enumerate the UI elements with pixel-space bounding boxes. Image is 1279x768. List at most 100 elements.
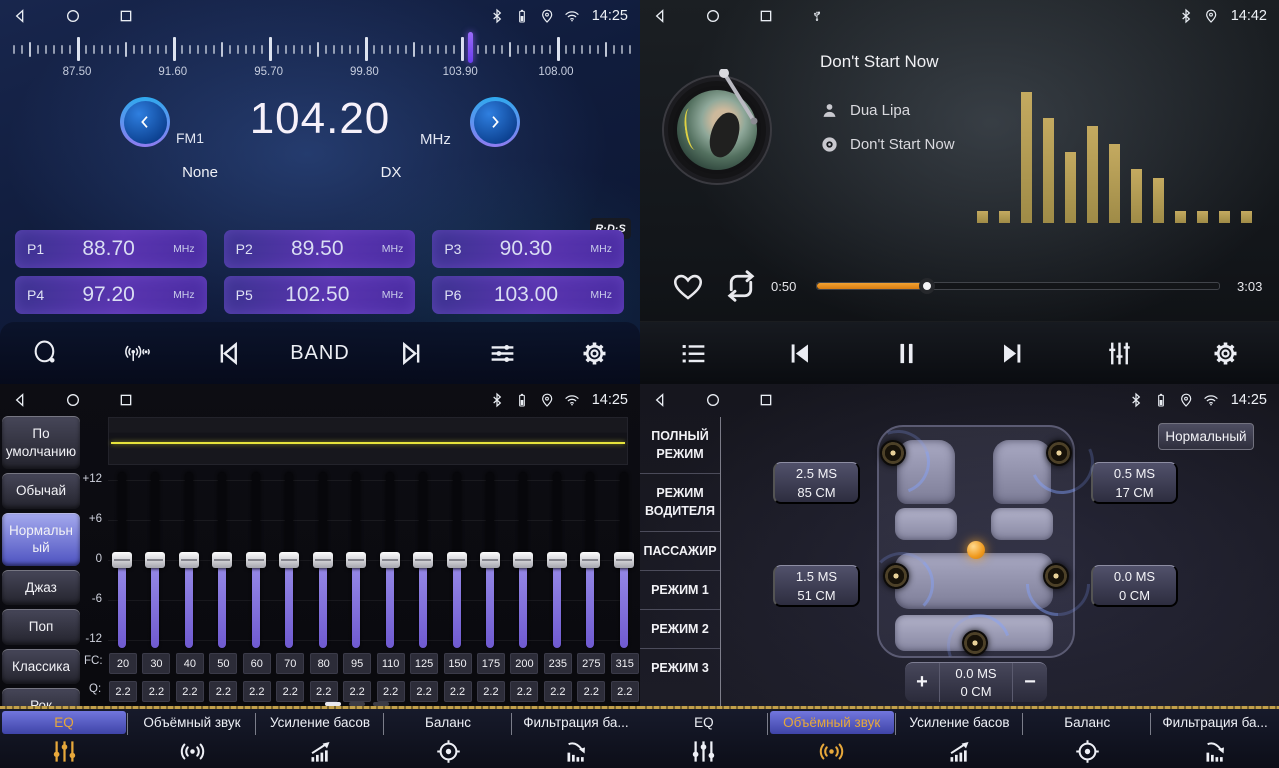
sound-mode-item[interactable]: ПАССАЖИР (640, 532, 720, 571)
eq-preset-item[interactable]: Джаз (2, 570, 80, 606)
eq-slider-thumb[interactable] (112, 552, 132, 568)
eq-settings-icon[interactable] (472, 330, 534, 376)
sound-mode-item[interactable]: РЕЖИМ ВОДИТЕЛЯ (640, 474, 720, 531)
repeat-icon[interactable] (723, 268, 759, 304)
eq-preset-item[interactable]: Нормальный (2, 513, 80, 566)
q-value-box[interactable]: 2.2 (310, 681, 338, 702)
q-value-box[interactable]: 2.2 (176, 681, 204, 702)
speaker-rear-right-icon[interactable] (1043, 563, 1069, 589)
tab-bass-boost[interactable]: Усиление басов (896, 709, 1024, 768)
q-value-box[interactable]: 2.2 (510, 681, 538, 702)
sound-mode-item[interactable]: РЕЖИМ 1 (640, 571, 720, 610)
eq-slider-thumb[interactable] (614, 552, 634, 568)
fc-value-box[interactable]: 40 (176, 653, 204, 674)
tab-surround[interactable]: Объёмный звук (128, 709, 256, 768)
recents-icon[interactable] (118, 8, 134, 24)
band-button[interactable]: BAND (289, 330, 351, 376)
q-value-box[interactable]: 2.2 (276, 681, 304, 702)
home-icon[interactable] (705, 8, 721, 24)
tuner-indicator[interactable] (468, 32, 473, 63)
q-value-box[interactable]: 2.2 (410, 681, 438, 702)
delay-rear-right[interactable]: 0.0 MS 0 CM (1091, 565, 1178, 607)
tuner-scale[interactable] (0, 35, 640, 63)
previous-icon[interactable] (198, 330, 260, 376)
q-value-box[interactable]: 2.2 (477, 681, 505, 702)
eq-slider-thumb[interactable] (580, 552, 600, 568)
preset-button-p1[interactable]: P188.70MHz (15, 230, 207, 268)
sound-preset-button[interactable]: Нормальный (1158, 423, 1254, 450)
delay-front-right[interactable]: 0.5 MS 17 CM (1091, 462, 1178, 504)
tab-surround[interactable]: Объёмный звук (768, 709, 896, 768)
next-icon[interactable] (982, 330, 1044, 376)
playlist-icon[interactable] (662, 330, 724, 376)
fc-value-box[interactable]: 150 (444, 653, 472, 674)
fc-value-box[interactable]: 275 (577, 653, 605, 674)
sound-mode-item[interactable]: РЕЖИМ 3 (640, 649, 720, 687)
tab-bass-boost[interactable]: Усиление басов (256, 709, 384, 768)
eq-slider-thumb[interactable] (313, 552, 333, 568)
fc-value-box[interactable]: 235 (544, 653, 572, 674)
seek-bar-thumb[interactable] (919, 278, 935, 294)
preset-button-p6[interactable]: P6103.00MHz (432, 276, 624, 314)
q-value-box[interactable]: 2.2 (109, 681, 137, 702)
eq-slider-thumb[interactable] (547, 552, 567, 568)
preset-button-p4[interactable]: P497.20MHz (15, 276, 207, 314)
eq-preset-item[interactable]: Поп (2, 609, 80, 645)
q-value-box[interactable]: 2.2 (343, 681, 371, 702)
sound-mode-item[interactable]: ПОЛНЫЙ РЕЖИМ (640, 417, 720, 474)
back-icon[interactable] (652, 392, 668, 408)
pause-icon[interactable] (875, 330, 937, 376)
eq-slider-thumb[interactable] (447, 552, 467, 568)
preset-button-p3[interactable]: P390.30MHz (432, 230, 624, 268)
recents-icon[interactable] (758, 392, 774, 408)
home-icon[interactable] (65, 8, 81, 24)
q-value-box[interactable]: 2.2 (444, 681, 472, 702)
back-icon[interactable] (652, 8, 668, 24)
delay-plus-button[interactable]: + (905, 663, 939, 702)
fc-value-box[interactable]: 200 (510, 653, 538, 674)
album-art[interactable] (662, 75, 772, 185)
delay-minus-button[interactable]: − (1013, 663, 1047, 702)
eq-slider-thumb[interactable] (513, 552, 533, 568)
gear-icon[interactable] (1195, 330, 1257, 376)
eq-preset-item[interactable]: Классика (2, 649, 80, 685)
back-icon[interactable] (12, 392, 28, 408)
tab-eq[interactable]: EQ (640, 709, 768, 768)
fc-value-box[interactable]: 125 (410, 653, 438, 674)
tune-up-button[interactable] (470, 97, 520, 147)
q-value-box[interactable]: 2.2 (142, 681, 170, 702)
fc-value-box[interactable]: 70 (276, 653, 304, 674)
eq-slider-thumb[interactable] (212, 552, 232, 568)
eq-slider-thumb[interactable] (179, 552, 199, 568)
speaker-front-right-icon[interactable] (1046, 440, 1072, 466)
fc-value-box[interactable]: 175 (477, 653, 505, 674)
home-icon[interactable] (705, 392, 721, 408)
fc-value-box[interactable]: 315 (611, 653, 639, 674)
tune-down-button[interactable] (120, 97, 170, 147)
q-value-box[interactable]: 2.2 (243, 681, 271, 702)
mixer-icon[interactable] (1088, 330, 1150, 376)
eq-slider-thumb[interactable] (380, 552, 400, 568)
home-icon[interactable] (65, 392, 81, 408)
seek-bar[interactable] (816, 282, 1220, 290)
fc-value-box[interactable]: 50 (209, 653, 237, 674)
scan-search-button[interactable] (15, 330, 77, 376)
speaker-front-left-icon[interactable] (880, 440, 906, 466)
q-value-box[interactable]: 2.2 (577, 681, 605, 702)
eq-preset-item[interactable]: Обычай (2, 473, 80, 509)
eq-slider-thumb[interactable] (346, 552, 366, 568)
speaker-center-icon[interactable] (962, 630, 988, 656)
fc-value-box[interactable]: 60 (243, 653, 271, 674)
gear-icon[interactable] (563, 330, 625, 376)
previous-icon[interactable] (769, 330, 831, 376)
fc-value-box[interactable]: 110 (377, 653, 405, 674)
fc-value-box[interactable]: 80 (310, 653, 338, 674)
tab-filter[interactable]: Фильтрация ба... (1151, 709, 1279, 768)
back-icon[interactable] (12, 8, 28, 24)
q-value-box[interactable]: 2.2 (611, 681, 639, 702)
speaker-rear-left-icon[interactable] (883, 563, 909, 589)
q-value-box[interactable]: 2.2 (544, 681, 572, 702)
tab-eq[interactable]: EQ (0, 709, 128, 768)
recents-icon[interactable] (758, 8, 774, 24)
delay-front-left[interactable]: 2.5 MS 85 CM (773, 462, 860, 504)
